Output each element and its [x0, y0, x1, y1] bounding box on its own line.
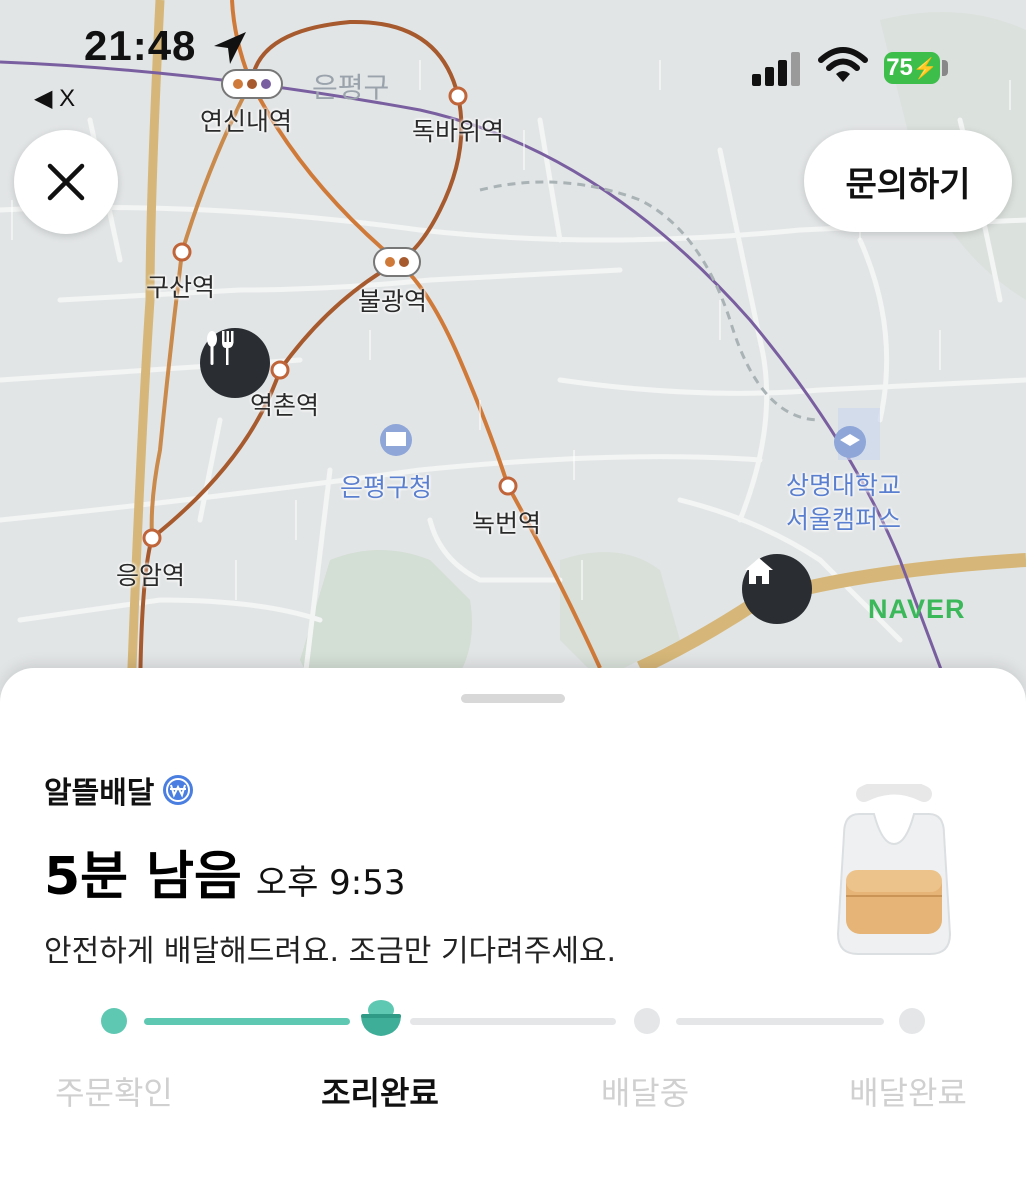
station-label-yeonsinnae: 연신내역: [200, 107, 293, 136]
delivery-message: 안전하게 배달해드려요. 조금만 기다려주세요.: [44, 934, 617, 969]
landmark-label-campus: 서울캠퍼스: [786, 505, 902, 534]
station-label-yeokchon: 역촌역: [250, 391, 320, 420]
step-dot-delivering: [634, 1008, 660, 1034]
landmark-label-university: 상명대학교: [786, 471, 902, 500]
cellular-signal-icon: [752, 52, 800, 86]
station-label-bulgwang: 불광역: [358, 287, 428, 316]
won-badge-icon: [163, 775, 194, 805]
step-dot-delivered: [899, 1008, 925, 1034]
station-label-dokbawi: 독바위역: [412, 117, 505, 146]
inquiry-button[interactable]: 문의하기: [804, 130, 1012, 232]
map-provider-logo: NAVER: [868, 594, 966, 624]
progress-bar-segment-2: [410, 1018, 616, 1025]
step-label-delivering: 배달중: [600, 1074, 690, 1112]
battery-cap: [942, 60, 948, 76]
home-pin[interactable]: [742, 554, 812, 624]
delivery-service-row: 알뜰배달: [44, 768, 194, 812]
progress-bar-segment-3: [676, 1018, 884, 1025]
eta-row: 5분 남음 오후 9:53: [44, 834, 406, 909]
step-label-delivered: 배달완료: [849, 1074, 967, 1112]
close-button[interactable]: [14, 130, 118, 234]
back-to-app-link[interactable]: ◀ X: [34, 84, 75, 113]
order-status-sheet[interactable]: 알뜰배달 5분 남음 오후 9:53 안전하게 배달해드려요. 조금만 기다려주…: [0, 668, 1026, 1200]
district-label: 은평구: [312, 71, 390, 104]
step-label-order-confirmed: 주문확인: [55, 1074, 173, 1112]
inquiry-button-label: 문의하기: [845, 164, 971, 205]
landmark-label-city-hall: 은평구청: [340, 473, 433, 502]
delivery-service-name: 알뜰배달: [44, 776, 155, 811]
food-bag-illustration: [836, 784, 952, 955]
charging-bolt-icon: ⚡: [912, 57, 938, 80]
station-label-nokbeon: 녹번역: [472, 509, 542, 538]
sheet-drag-handle[interactable]: [461, 694, 565, 703]
restaurant-icon: [207, 331, 234, 365]
map-view[interactable]: 은평구 연신내역 독바위역 구산역 불광역 역촌역 응암역 녹번역 은평구청 상…: [0, 0, 1026, 720]
station-label-eungam: 응암역: [116, 561, 186, 590]
delivery-progress: 주문확인 조리완료 배달중 배달완료: [0, 1000, 1026, 1128]
status-time: 21:48: [84, 22, 197, 69]
step-dot-order-confirmed: [101, 1008, 127, 1034]
home-icon: [745, 558, 773, 584]
battery-level: 75: [886, 54, 913, 81]
wifi-icon: [818, 47, 868, 82]
location-arrow-icon: [214, 32, 246, 64]
station-label-gusan: 구산역: [146, 273, 216, 302]
restaurant-pin[interactable]: [200, 328, 270, 398]
battery-indicator: 75 ⚡: [884, 52, 940, 84]
eta-clock-time: 오후 9:53: [255, 863, 406, 903]
progress-bar-segment-1: [144, 1018, 350, 1025]
remaining-time: 5분 남음: [44, 847, 242, 907]
rice-bowl-icon: [361, 1000, 401, 1036]
close-icon: [47, 163, 85, 201]
step-label-cooking-done: 조리완료: [321, 1074, 439, 1112]
